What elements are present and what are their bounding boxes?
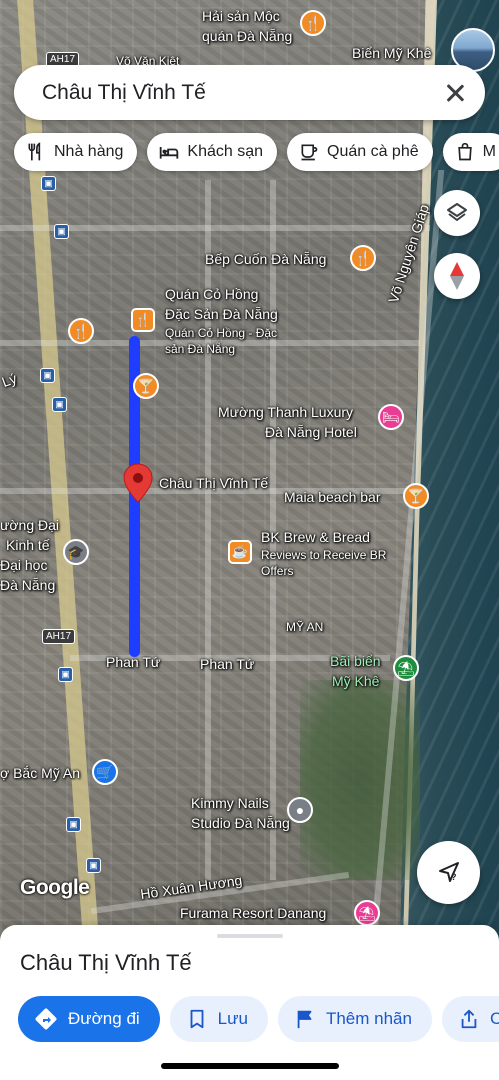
bus-stop-icon[interactable]: ▣ — [54, 224, 69, 239]
directions-label: Đường đi — [68, 1009, 140, 1028]
place-label[interactable]: Bãi biển — [330, 653, 381, 670]
place-title: Châu Thị Vĩnh Tế — [20, 950, 192, 975]
shopping-bag-icon — [457, 142, 472, 161]
park-area — [300, 680, 420, 880]
bus-stop-icon[interactable]: ▣ — [52, 397, 67, 412]
layers-icon — [447, 203, 467, 221]
restaurant-pin-icon[interactable]: 🍴 — [68, 318, 94, 344]
place-label[interactable]: quán Đà Nẵng — [202, 28, 292, 45]
chip-label: M — [482, 143, 496, 160]
sheet-drag-handle[interactable] — [217, 934, 283, 938]
selected-location-pin-icon[interactable] — [123, 463, 153, 503]
action-buttons: Đường đi Lưu Thêm nhãn C — [18, 996, 499, 1042]
resort-pin-icon[interactable]: ⛱ — [354, 900, 380, 926]
place-sublabel: sản Đà Nẵng — [165, 342, 236, 356]
restaurant-icon — [28, 142, 41, 161]
place-label[interactable]: BK Brew & Bread — [261, 529, 370, 546]
chip-hotels[interactable]: Khách sạn — [147, 133, 277, 171]
place-label[interactable]: Đặc Sản Đà Nẵng — [165, 306, 278, 323]
bus-stop-icon[interactable]: ▣ — [66, 817, 81, 832]
shopping-cart-pin-icon[interactable]: 🛒 — [92, 759, 118, 785]
place-label[interactable]: Quán Cỏ Hồng — [165, 286, 258, 303]
chip-label: Nhà hàng — [54, 143, 124, 160]
bus-stop-icon[interactable]: ▣ — [41, 176, 56, 191]
my-location-button[interactable]: ? — [417, 841, 480, 904]
highway-shield: AH17 — [42, 629, 76, 644]
bar-pin-icon[interactable]: 🍸 — [133, 373, 159, 399]
place-label[interactable]: ường Đại — [0, 517, 59, 534]
school-pin-icon[interactable]: 🎓 — [63, 539, 89, 565]
place-label[interactable]: Kimmy Nails — [191, 795, 269, 812]
place-label[interactable]: Maia beach bar — [284, 489, 381, 506]
place-pin-icon[interactable]: ● — [287, 797, 313, 823]
place-bottom-sheet[interactable]: Châu Thị Vĩnh Tế Đường đi Lưu Thêm nhãn — [0, 925, 499, 1080]
share-icon — [461, 1009, 477, 1029]
beach-pin-icon[interactable]: ⛱ — [393, 655, 419, 681]
place-label[interactable]: Hải sản Mộc — [202, 8, 280, 25]
place-label[interactable]: ợ Bắc Mỹ An — [0, 765, 80, 782]
restaurant-pin-icon[interactable]: 🍴 — [350, 245, 376, 271]
compass-button[interactable] — [434, 253, 480, 299]
place-sublabel: Reviews to Receive BR — [261, 548, 387, 562]
category-chips: Nhà hàng Khách sạn Quán cà phê M — [14, 133, 499, 173]
home-indicator[interactable] — [161, 1063, 339, 1069]
restaurant-pin-icon[interactable]: 🍴 — [300, 10, 326, 36]
place-sublabel: Quán Cỏ Hồng - Đặc — [165, 326, 278, 340]
place-label[interactable]: Studio Đà Nẵng — [191, 815, 290, 832]
place-sublabel: Offers — [261, 564, 294, 578]
place-label[interactable]: Mường Thanh Luxury — [218, 404, 353, 421]
street-label: Lý — [0, 369, 19, 391]
bus-stop-icon[interactable]: ▣ — [40, 368, 55, 383]
directions-button[interactable]: Đường đi — [18, 996, 160, 1042]
restaurant-pin-icon[interactable]: 🍴 — [131, 308, 155, 332]
save-label: Lưu — [217, 1009, 248, 1028]
coffee-icon — [301, 144, 318, 161]
chip-restaurants[interactable]: Nhà hàng — [14, 133, 138, 171]
bus-stop-icon[interactable]: ▣ — [58, 667, 73, 682]
flag-icon — [297, 1010, 312, 1029]
place-label[interactable]: Mỹ Khê — [332, 673, 379, 690]
place-label[interactable]: Bếp Cuốn Đà Nẵng — [205, 251, 326, 268]
bookmark-icon — [190, 1009, 204, 1029]
place-label[interactable]: Đại học — [0, 557, 47, 574]
share-button[interactable]: C — [441, 996, 499, 1042]
navigation-unknown-icon: ? — [438, 861, 459, 882]
share-label: C — [489, 1009, 499, 1028]
place-label[interactable]: Đà Nẵng Hotel — [265, 424, 357, 441]
place-label[interactable]: Furama Resort Danang — [180, 905, 326, 922]
place-label[interactable]: Biển Mỹ Khê — [352, 45, 431, 62]
add-label-label: Thêm nhãn — [325, 1009, 412, 1028]
layers-button[interactable] — [434, 190, 480, 236]
chip-label: Khách sạn — [187, 143, 263, 160]
selected-street-label[interactable]: Châu Thị Vĩnh Tế — [159, 475, 268, 492]
cafe-pin-icon[interactable]: ☕ — [228, 540, 252, 564]
chip-shopping[interactable]: M — [442, 133, 499, 171]
hotel-pin-icon[interactable]: 🛏 — [378, 404, 404, 430]
bar-pin-icon[interactable]: 🍸 — [403, 483, 429, 509]
hotel-icon — [160, 147, 179, 159]
street-label: Phan Tứ — [106, 654, 161, 670]
search-query[interactable]: Châu Thị Vĩnh Tế — [42, 81, 443, 105]
chip-label: Quán cà phê — [327, 143, 419, 160]
directions-icon — [35, 1008, 57, 1030]
close-icon[interactable] — [443, 81, 467, 105]
road — [205, 180, 211, 880]
place-label[interactable]: Đà Nẵng — [0, 577, 55, 594]
search-bar[interactable]: Châu Thị Vĩnh Tế — [14, 65, 485, 120]
bus-stop-icon[interactable]: ▣ — [86, 858, 101, 873]
google-logo: Google — [20, 876, 90, 899]
area-label: MỸ AN — [286, 620, 324, 634]
save-button[interactable]: Lưu — [169, 996, 268, 1042]
svg-text:?: ? — [451, 872, 457, 882]
street-label: Phan Tứ — [200, 656, 255, 672]
add-label-button[interactable]: Thêm nhãn — [277, 996, 432, 1042]
place-label[interactable]: Kinh tế — [6, 537, 50, 554]
chip-cafes[interactable]: Quán cà phê — [287, 133, 433, 171]
compass-icon — [450, 262, 464, 290]
